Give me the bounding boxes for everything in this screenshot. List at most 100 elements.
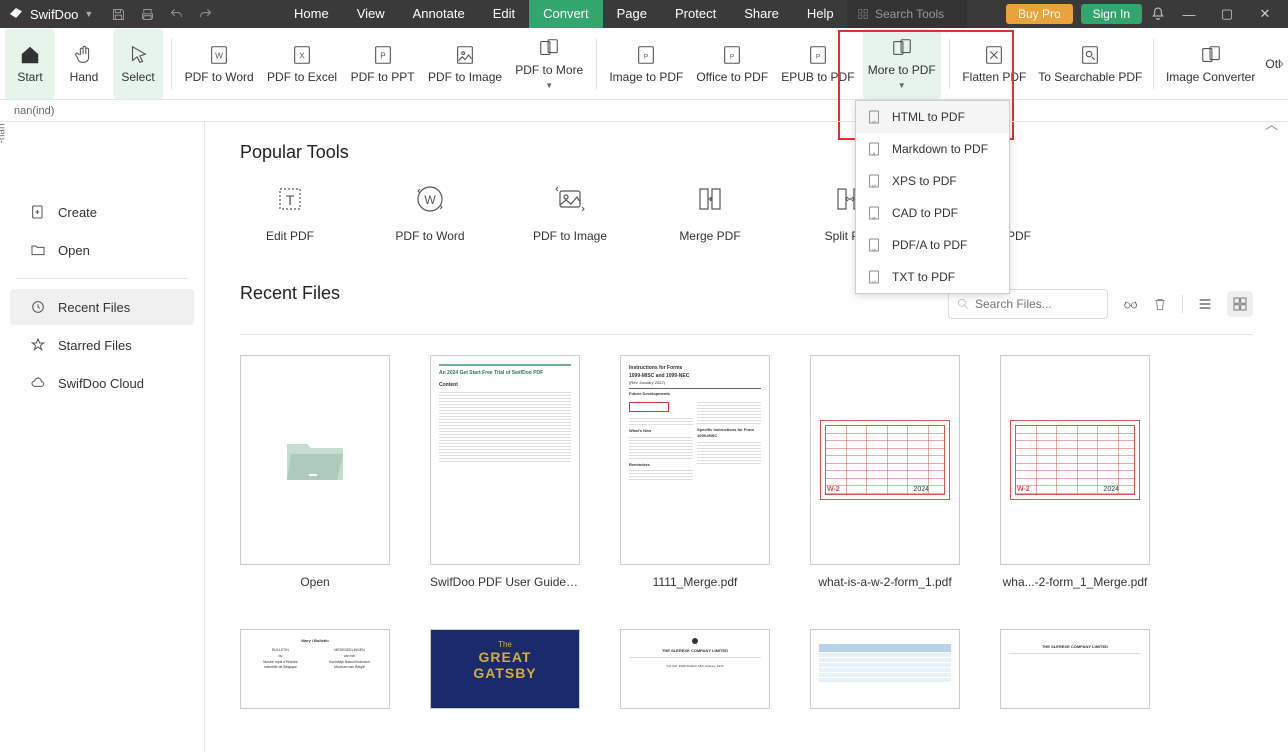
doctab-label: nan(ind) bbox=[14, 105, 54, 117]
ribbon-overflow-button[interactable]: › bbox=[1279, 55, 1284, 73]
file-card[interactable]: THE SLEREXE COMPANY LIMITED Our Ref. 350… bbox=[620, 629, 770, 709]
file-card[interactable] bbox=[810, 629, 960, 709]
menu-convert[interactable]: Convert bbox=[529, 0, 603, 28]
tool-pdf-to-ppt[interactable]: P PDF to PPT bbox=[346, 29, 420, 99]
sidebar-item-recent[interactable]: Recent Files bbox=[10, 289, 194, 325]
bell-icon[interactable] bbox=[1150, 6, 1166, 22]
file-thumb: Instructions for Forms1099-MISC and 1099… bbox=[620, 355, 770, 565]
list-view-icon[interactable] bbox=[1197, 296, 1213, 312]
trash-icon[interactable] bbox=[1152, 296, 1168, 312]
dropdown-item-txt-to-pdf[interactable]: TXT TXT to PDF bbox=[856, 261, 1009, 293]
dropdown-item-pdfa-to-pdf[interactable]: P/A PDF/A to PDF bbox=[856, 229, 1009, 261]
menu-view[interactable]: View bbox=[343, 0, 399, 28]
tool-pdf-to-word[interactable]: W PDF to Word bbox=[180, 29, 259, 99]
tool-label: Office to PDF bbox=[696, 70, 768, 84]
popular-label: PDF to Word bbox=[395, 229, 464, 243]
save-icon[interactable] bbox=[111, 7, 126, 22]
close-button[interactable]: ✕ bbox=[1250, 6, 1280, 22]
menu-annotate[interactable]: Annotate bbox=[399, 0, 479, 28]
menu-help[interactable]: Help bbox=[793, 0, 848, 28]
separator bbox=[1182, 295, 1183, 313]
tool-pdf-to-more[interactable]: PDF to More ▼ bbox=[510, 29, 587, 99]
tool-label: EPUB to PDF bbox=[781, 70, 854, 84]
file-icon: </> bbox=[866, 109, 882, 125]
tool-searchable-pdf[interactable]: To Searchable PDF bbox=[1035, 29, 1145, 99]
menu-home[interactable]: Home bbox=[280, 0, 343, 28]
files-grid: Open An 2024 Get Start Free Trial of Swi… bbox=[240, 355, 1253, 709]
dropdown-item-xps-to-pdf[interactable]: XPS XPS to PDF bbox=[856, 165, 1009, 197]
print-icon[interactable] bbox=[140, 7, 155, 22]
menu-protect[interactable]: Protect bbox=[661, 0, 730, 28]
file-card[interactable]: An 2024 Get Start Free Trial of SwifDoo … bbox=[430, 355, 580, 589]
dropdown-item-html-to-pdf[interactable]: </> HTML to PDF bbox=[856, 101, 1009, 133]
popular-merge-pdf[interactable]: Merge PDF bbox=[660, 183, 760, 243]
tool-start[interactable]: Start bbox=[5, 29, 55, 99]
file-card[interactable]: W-2 2024 wha...-2-form_1_Merge.pdf bbox=[1000, 355, 1150, 589]
maximize-button[interactable]: ▢ bbox=[1212, 6, 1242, 22]
separator bbox=[171, 39, 172, 89]
tool-label: Hand bbox=[70, 70, 99, 84]
menu-edit[interactable]: Edit bbox=[479, 0, 529, 28]
file-icon: XPS bbox=[866, 173, 882, 189]
word-icon: W bbox=[208, 44, 230, 66]
more-to-pdf-dropdown: </> HTML to PDF M Markdown to PDF XPS XP… bbox=[855, 100, 1010, 294]
file-card[interactable]: Mary i Bulletin BULLETINduMusée royal d'… bbox=[240, 629, 390, 709]
dropdown-item-markdown-to-pdf[interactable]: M Markdown to PDF bbox=[856, 133, 1009, 165]
sidebar-item-starred[interactable]: Starred Files bbox=[10, 327, 194, 363]
sidebar-label: Recent Files bbox=[58, 300, 130, 315]
cursor-icon bbox=[127, 44, 149, 66]
tool-pdf-to-excel[interactable]: X PDF to Excel bbox=[262, 29, 341, 99]
file-thumb: W-2 2024 bbox=[1000, 355, 1150, 565]
tool-label: PDF to PPT bbox=[351, 70, 415, 84]
popular-edit-pdf[interactable]: T Edit PDF bbox=[240, 183, 340, 243]
popular-pdf-to-image[interactable]: PDF to Image bbox=[520, 183, 620, 243]
tool-pdf-to-image[interactable]: PDF to Image bbox=[424, 29, 507, 99]
sidebar-label: Open bbox=[58, 243, 90, 258]
redo-icon[interactable] bbox=[198, 7, 213, 22]
search-tools[interactable]: Search Tools bbox=[847, 0, 967, 28]
tool-select[interactable]: Select bbox=[113, 29, 163, 99]
grid-view-icon[interactable] bbox=[1227, 291, 1253, 317]
tool-hand[interactable]: Hand bbox=[59, 29, 109, 99]
svg-text:M: M bbox=[873, 151, 875, 155]
minimize-button[interactable]: — bbox=[1174, 7, 1204, 22]
glasses-icon[interactable] bbox=[1122, 296, 1138, 312]
file-card[interactable]: W-2 2024 what-is-a-w-2-form_1.pdf bbox=[810, 355, 960, 589]
undo-icon[interactable] bbox=[169, 7, 184, 22]
tool-office-to-pdf[interactable]: P Office to PDF bbox=[692, 29, 773, 99]
app-dropdown-icon[interactable]: ▼ bbox=[84, 9, 93, 19]
tool-more-to-pdf[interactable]: More to PDF ▼ bbox=[863, 29, 940, 99]
buy-pro-button[interactable]: Buy Pro bbox=[1006, 4, 1073, 24]
popular-pdf-to-word[interactable]: W PDF to Word bbox=[380, 183, 480, 243]
titlebar-right: Buy Pro Sign In — ▢ ✕ bbox=[1006, 4, 1288, 24]
folder-open-icon bbox=[283, 434, 347, 486]
dropdown-label: XPS to PDF bbox=[892, 174, 957, 188]
tool-flatten-pdf[interactable]: Flatten PDF bbox=[957, 29, 1031, 99]
sidebar-item-open[interactable]: Open bbox=[10, 232, 194, 268]
menu-share[interactable]: Share bbox=[730, 0, 793, 28]
dropdown-label: Markdown to PDF bbox=[892, 142, 988, 156]
dropdown-label: TXT to PDF bbox=[892, 270, 955, 284]
menu-page[interactable]: Page bbox=[603, 0, 661, 28]
tool-label: PDF to Image bbox=[428, 70, 502, 84]
search-icon bbox=[956, 297, 970, 311]
file-card[interactable]: The GREAT GATSBY bbox=[430, 629, 580, 709]
titlebar: SwifDoo ▼ Home View Annotate Edit Conver… bbox=[0, 0, 1288, 28]
sidebar-item-create[interactable]: Create bbox=[10, 194, 194, 230]
tool-image-converter[interactable]: Image Converter bbox=[1162, 29, 1259, 99]
file-card-open[interactable]: Open bbox=[240, 355, 390, 589]
file-card[interactable]: Instructions for Forms1099-MISC and 1099… bbox=[620, 355, 770, 589]
file-card[interactable]: THE SLEREXE COMPANY LIMITED bbox=[1000, 629, 1150, 709]
tool-image-to-pdf[interactable]: P Image to PDF bbox=[605, 29, 688, 99]
word-convert-icon: W bbox=[414, 183, 446, 215]
dropdown-item-cad-to-pdf[interactable]: CAD CAD to PDF bbox=[856, 197, 1009, 229]
tool-epub-to-pdf[interactable]: P EPUB to PDF bbox=[777, 29, 859, 99]
svg-text:CAD: CAD bbox=[872, 216, 877, 219]
dropdown-label: PDF/A to PDF bbox=[892, 238, 967, 252]
file-thumb: W-2 2024 bbox=[810, 355, 960, 565]
sidebar-item-cloud[interactable]: SwifDoo Cloud bbox=[10, 365, 194, 401]
svg-text:P: P bbox=[816, 53, 820, 60]
gatsby-gatsby: GATSBY bbox=[473, 665, 536, 681]
file-thumb: THE SLEREXE COMPANY LIMITED bbox=[1000, 629, 1150, 709]
sign-in-button[interactable]: Sign In bbox=[1081, 4, 1142, 24]
